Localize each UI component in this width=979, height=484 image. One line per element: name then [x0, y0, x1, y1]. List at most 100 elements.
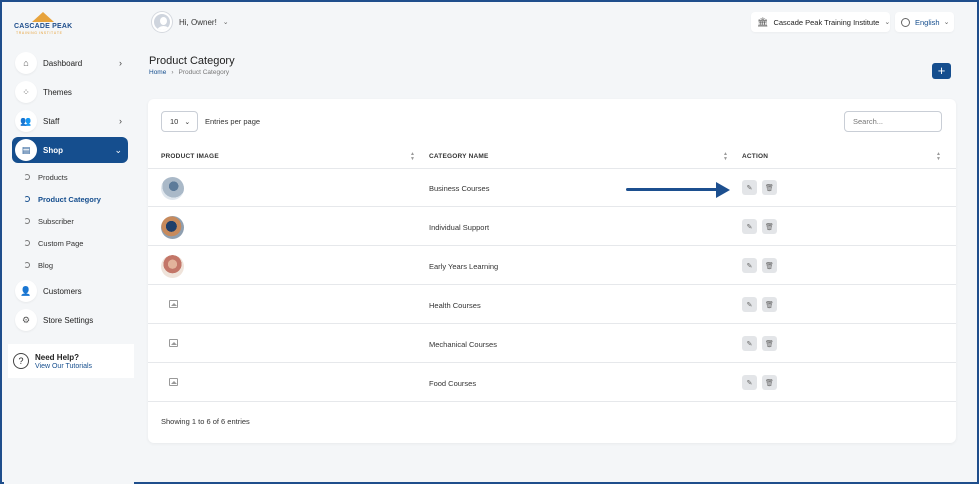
product-thumbnail [161, 177, 184, 200]
home-icon: ⌂ [15, 52, 37, 74]
sidebar-item-label: Store Settings [43, 315, 94, 325]
category-table-card: 10 ⌄ Entries per page PRODUCT IMAGE ▲▼ C… [148, 99, 956, 443]
sidebar-subitem-label: Subscriber [38, 216, 74, 226]
user-icon: 👤 [15, 280, 37, 302]
sidebar-item-label: Shop [43, 145, 63, 155]
trash-icon[interactable]: 🗑 [762, 258, 777, 273]
table-row: Food Courses ✎ 🗑 [148, 364, 956, 402]
user-menu[interactable]: Hi, Owner! ⌄ [152, 11, 229, 33]
add-category-button[interactable]: + [932, 63, 951, 79]
edit-icon[interactable]: ✎ [742, 297, 757, 312]
edit-icon[interactable]: ✎ [742, 219, 757, 234]
chevron-down-icon: ⌄ [884, 19, 891, 26]
help-tutorials-link[interactable]: View Our Tutorials [35, 363, 92, 370]
category-name: Individual Support [429, 223, 490, 232]
sidebar-subitem-label: Product Category [38, 194, 101, 204]
chevron-right-icon: › [171, 69, 174, 76]
globe-icon [901, 17, 910, 27]
store-icon: 🏛 [757, 16, 769, 27]
column-header-category-name[interactable]: CATEGORY NAME [429, 153, 489, 160]
sidebar: CASCADE PEAK TRAINING INSTITUTE ⌂ Dashbo… [4, 4, 134, 484]
sidebar-item-shop[interactable]: ▤ Shop ⌄ [12, 137, 128, 163]
trash-icon[interactable]: 🗑 [762, 336, 777, 351]
sidebar-subitem-product-category[interactable]: Product Category [12, 188, 128, 210]
sidebar-nav: ⌂ Dashboard › ⁘ Themes 👥 Staff › ▤ Shop … [12, 50, 128, 336]
table-row: Health Courses ✎ 🗑 [148, 286, 956, 324]
help-box: ? Need Help? View Our Tutorials [8, 344, 134, 378]
sort-icon[interactable]: ▲ ▼ [723, 152, 728, 162]
column-header-action: ACTION [742, 153, 769, 160]
product-thumbnail [161, 216, 184, 239]
institute-selector[interactable]: 🏛 Cascade Peak Training Institute ⌄ [751, 12, 890, 32]
image-placeholder-icon [169, 300, 178, 308]
page-size-value: 10 [170, 117, 179, 126]
user-greeting: Hi, Owner! [179, 17, 217, 27]
sidebar-subitem-label: Custom Page [38, 238, 84, 248]
breadcrumb: Home › Product Category [149, 69, 229, 76]
category-name: Health Courses [429, 301, 481, 310]
chevron-right-icon: › [119, 116, 122, 126]
table-row: Individual Support ✎ 🗑 [148, 208, 956, 246]
sidebar-subitem-custom-page[interactable]: Custom Page [12, 232, 128, 254]
sidebar-item-label: Dashboard [43, 58, 83, 68]
trash-icon[interactable]: 🗑 [762, 219, 777, 234]
category-name: Food Courses [429, 379, 477, 388]
table-footer-info: Showing 1 to 6 of 6 entries [161, 417, 250, 426]
app-frame: CASCADE PEAK TRAINING INSTITUTE ⌂ Dashbo… [0, 0, 979, 484]
chevron-right-icon: › [119, 58, 122, 68]
chevron-down-icon: ⌄ [184, 118, 191, 126]
trash-icon[interactable]: 🗑 [762, 375, 777, 390]
sidebar-item-customers[interactable]: 👤 Customers [12, 278, 128, 304]
entries-per-page: 10 ⌄ Entries per page [161, 111, 260, 132]
chevron-down-icon: ⌄ [222, 19, 229, 26]
sidebar-item-label: Staff [43, 116, 60, 126]
table-header: PRODUCT IMAGE ▲ ▼ CATEGORY NAME ▲ ▼ ACTION… [148, 146, 956, 169]
breadcrumb-home-link[interactable]: Home [149, 69, 166, 76]
table-row: Mechanical Courses ✎ 🗑 [148, 325, 956, 363]
mountain-logo-icon [32, 12, 54, 22]
category-name: Mechanical Courses [429, 340, 497, 349]
bullet-icon [24, 196, 30, 202]
sidebar-item-dashboard[interactable]: ⌂ Dashboard › [12, 50, 128, 76]
avatar [152, 12, 172, 32]
sidebar-item-store-settings[interactable]: ⚙ Store Settings [12, 307, 128, 333]
edit-icon[interactable]: ✎ [742, 258, 757, 273]
sidebar-subitem-subscriber[interactable]: Subscriber [12, 210, 128, 232]
question-icon: ? [13, 353, 29, 369]
chevron-down-icon: ⌄ [943, 19, 950, 26]
sidebar-item-themes[interactable]: ⁘ Themes [12, 79, 128, 105]
edit-icon[interactable]: ✎ [742, 375, 757, 390]
table-row: Business Courses ✎ 🗑 [148, 169, 956, 207]
chevron-down-icon: ⌄ [114, 144, 122, 155]
brand-tagline: TRAINING INSTITUTE [16, 31, 63, 35]
search-input[interactable] [844, 111, 942, 132]
sidebar-subitem-products[interactable]: Products [12, 166, 128, 188]
sidebar-item-staff[interactable]: 👥 Staff › [12, 108, 128, 134]
sort-icon[interactable]: ▲ ▼ [410, 152, 415, 162]
sidebar-subitem-label: Products [38, 172, 68, 182]
edit-icon[interactable]: ✎ [742, 336, 757, 351]
annotation-arrow-icon [626, 182, 730, 198]
sidebar-item-label: Customers [43, 286, 82, 296]
shop-icon: ▤ [15, 139, 37, 161]
institute-name: Cascade Peak Training Institute [773, 17, 880, 27]
edit-icon[interactable]: ✎ [742, 180, 757, 195]
trash-icon[interactable]: 🗑 [762, 180, 777, 195]
page-size-select[interactable]: 10 ⌄ [161, 111, 198, 132]
category-name: Early Years Learning [429, 262, 499, 271]
themes-icon: ⁘ [15, 81, 37, 103]
table-row: Early Years Learning ✎ 🗑 [148, 247, 956, 285]
language-label: English [915, 17, 940, 27]
product-thumbnail [161, 255, 184, 278]
image-placeholder-icon [169, 378, 178, 386]
sidebar-subitem-blog[interactable]: Blog [12, 254, 128, 276]
trash-icon[interactable]: 🗑 [762, 297, 777, 312]
bullet-icon [24, 174, 30, 180]
brand-logo[interactable]: CASCADE PEAK TRAINING INSTITUTE [14, 12, 74, 38]
entries-label: Entries per page [205, 117, 261, 126]
sidebar-subitem-label: Blog [38, 260, 54, 270]
language-selector[interactable]: English ⌄ [895, 12, 954, 32]
column-header-product-image[interactable]: PRODUCT IMAGE [161, 153, 219, 160]
bullet-icon [24, 240, 30, 246]
sort-icon[interactable]: ▲ ▼ [936, 152, 941, 162]
